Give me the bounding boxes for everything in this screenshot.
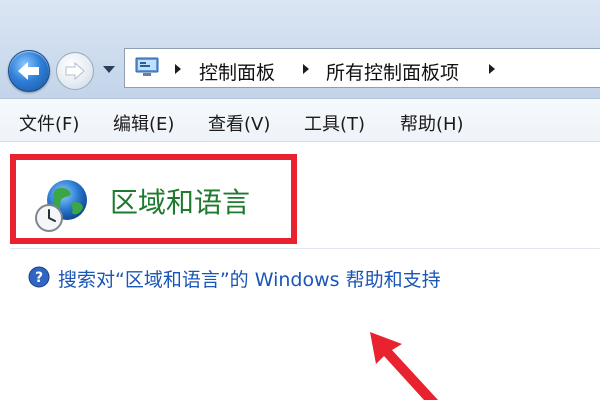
divider: [10, 248, 600, 249]
region-language-title[interactable]: 区域和语言: [110, 181, 250, 221]
menu-tools[interactable]: 工具(T): [304, 110, 365, 136]
forward-button[interactable]: [56, 52, 94, 90]
control-panel-icon: [135, 57, 159, 76]
menu-help[interactable]: 帮助(H): [400, 110, 464, 136]
svg-text:?: ?: [35, 270, 43, 286]
navigation-bar: 控制面板 所有控制面板项: [0, 0, 600, 98]
menu-view[interactable]: 查看(V): [208, 110, 270, 136]
breadcrumb-separator[interactable]: [175, 64, 181, 74]
breadcrumb-separator[interactable]: [489, 64, 495, 74]
back-arrow-icon: [18, 62, 39, 80]
help-support-link[interactable]: 搜索对“区域和语言”的 Windows 帮助和支持: [58, 265, 441, 292]
help-icon: ?: [28, 266, 50, 288]
menu-bar: 文件(F) 编辑(E) 查看(V) 工具(T) 帮助(H): [0, 98, 600, 142]
back-button[interactable]: [8, 50, 50, 92]
breadcrumb-all-items[interactable]: 所有控制面板项: [326, 58, 459, 85]
breadcrumb-control-panel[interactable]: 控制面板: [199, 58, 275, 85]
globe-clock-icon: [35, 180, 87, 232]
red-arrow-annotation: [370, 332, 438, 400]
chevron-down-icon[interactable]: [103, 66, 115, 73]
address-bar[interactable]: 控制面板 所有控制面板项: [124, 48, 600, 88]
forward-arrow-icon: [65, 61, 85, 81]
menu-file[interactable]: 文件(F): [19, 110, 79, 136]
menu-edit[interactable]: 编辑(E): [113, 110, 174, 136]
breadcrumb-separator[interactable]: [303, 64, 309, 74]
